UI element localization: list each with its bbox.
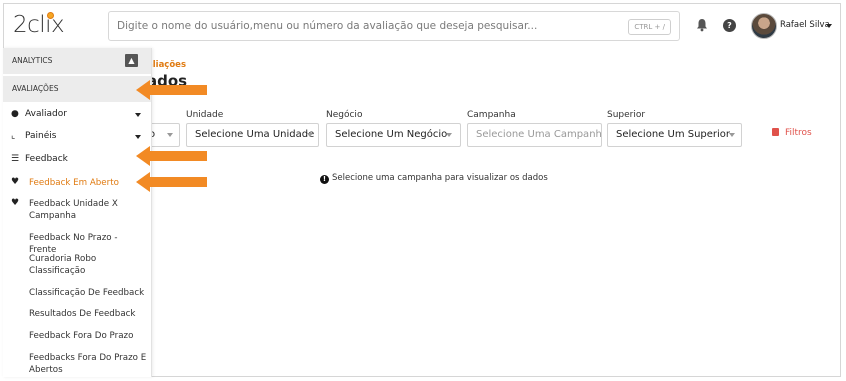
chevron-down-icon[interactable] [826,24,832,28]
trash-icon [772,128,779,136]
bell-icon[interactable] [696,18,708,32]
shortcut-hint: CTRL + / [628,19,671,35]
comments-icon: ☰ [11,154,20,164]
negocio-value: Selecione Um Negócio [335,129,448,140]
chart-icon: ⌞ [11,131,16,141]
chevron-down-icon [729,133,735,137]
negocio-select[interactable]: Selecione Um Negócio [326,123,461,147]
breadcrumb[interactable]: aliações [147,60,186,70]
sidebar-subitem-classificacao[interactable]: Classificação De Feedback [29,287,147,299]
heart-icon: ♥ [11,198,20,208]
chevron-down-icon [167,133,173,137]
sidebar-section-avaliacoes[interactable]: AVALIAÇÕES [3,76,151,102]
sidebar-subitem-feedback-unidade-campanha[interactable]: Feedback Unidade X Campanha [29,198,147,222]
info-icon: ! [320,175,329,184]
user-name[interactable]: Rafael Silva [780,20,830,30]
sidebar-subitem-fora-do-prazo[interactable]: Feedback Fora Do Prazo [29,330,147,342]
pin-icon[interactable]: ▲ [125,54,138,67]
sidebar-section-avaliacoes-label: AVALIAÇÕES [12,84,59,93]
sidebar-item-label: Avaliador [25,109,67,119]
sidebar-section-analytics-label: ANALYTICS [12,56,53,65]
superior-label: Superior [607,110,646,120]
heart-icon: ♥ [11,177,20,187]
clear-filters-button[interactable]: Filtros [772,128,812,138]
campanha-placeholder: Selecione Uma Campanha [476,129,602,140]
superior-select[interactable]: Selecione Um Superior [607,123,742,147]
help-icon[interactable]: ? [723,19,736,32]
sidebar-subitem-curadoria[interactable]: Curadoria Robo Classificação [29,253,147,277]
clear-filters-label: Filtros [785,128,812,138]
superior-value: Selecione Um Superior [616,129,731,140]
sidebar-item-label: Painéis [25,131,57,141]
chevron-down-icon [135,135,141,139]
user-icon: ● [11,109,19,119]
logo[interactable]: 2clix [13,12,65,38]
search-input[interactable] [117,17,617,35]
campanha-input[interactable]: Selecione Uma Campanha [467,123,602,147]
search-bar[interactable]: CTRL + / [108,11,680,41]
sidebar-subitem-feedback-em-aberto[interactable]: Feedback Em Aberto [29,177,147,189]
unidade-select[interactable]: Selecione Uma Unidade [186,123,319,147]
info-message-text: Selecione uma campanha para visualizar o… [332,173,548,183]
info-message: ! Selecione uma campanha para visualizar … [320,173,548,184]
chevron-down-icon [135,113,141,117]
sidebar-subitem-resultados[interactable]: Resultados De Feedback [29,308,147,320]
campanha-label: Campanha [467,110,516,120]
unidade-label: Unidade [186,110,224,120]
sidebar-item-label: Feedback [25,154,68,164]
sidebar-menu: ANALYTICS ▲ AVALIAÇÕES ● Avaliador ⌞ Pai… [3,48,152,377]
unidade-value: Selecione Uma Unidade [195,129,315,140]
chevron-down-icon [307,133,313,137]
avatar[interactable] [751,13,777,39]
chevron-down-icon [446,133,452,137]
negocio-label: Negócio [326,110,363,120]
sidebar-subitem-fora-do-prazo-abertos[interactable]: Feedbacks Fora Do Prazo E Abertos [29,352,147,376]
logo-dot [47,12,54,19]
sidebar-section-analytics[interactable]: ANALYTICS ▲ [3,48,151,74]
